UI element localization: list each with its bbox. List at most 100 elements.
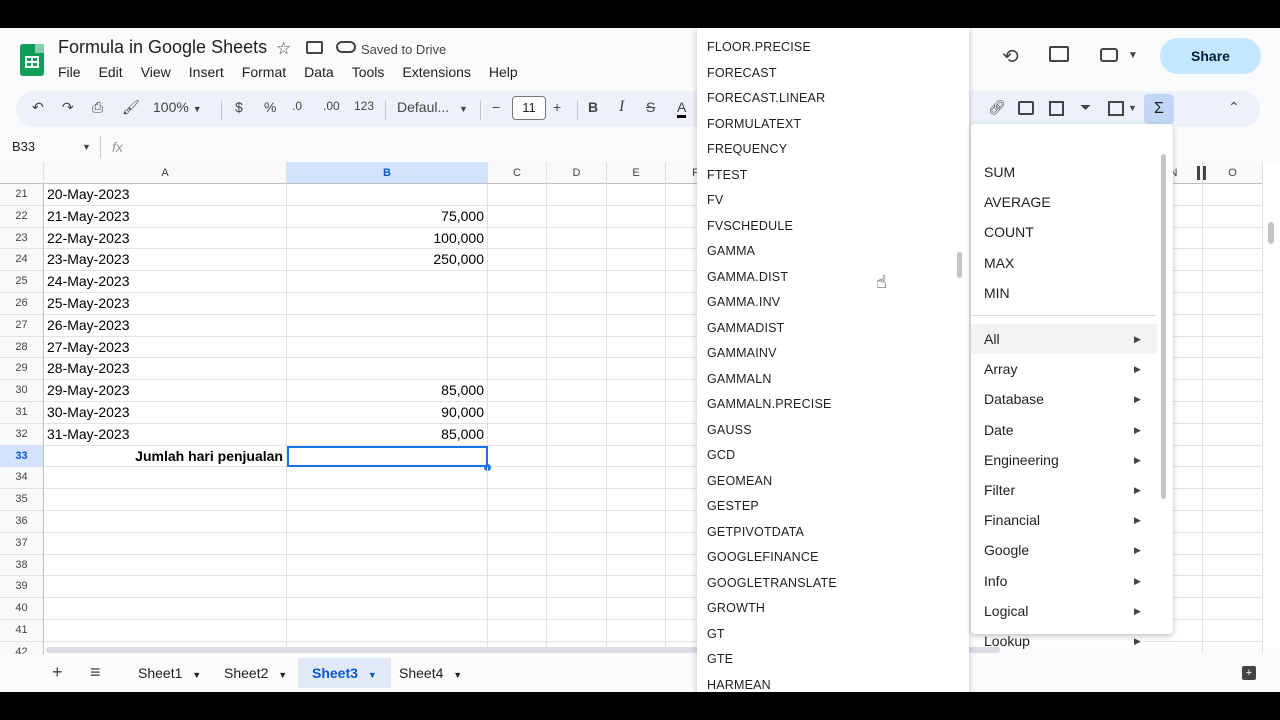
cell-a[interactable] [44, 576, 287, 599]
quick-function-item[interactable]: MAX [984, 255, 1014, 271]
cell[interactable] [1203, 314, 1263, 337]
cell[interactable] [607, 467, 666, 490]
row-header[interactable]: 24 [0, 249, 44, 272]
cell[interactable] [488, 511, 547, 533]
cell[interactable] [488, 445, 547, 468]
column-header-b[interactable]: B [287, 162, 488, 184]
cell-a[interactable]: Jumlah hari penjualan [44, 445, 287, 468]
sheet-tab-dropdown-icon[interactable]: ▼ [278, 670, 287, 680]
quick-function-item[interactable]: COUNT [984, 224, 1034, 240]
cell[interactable] [1203, 227, 1263, 250]
filter-views-icon[interactable] [1108, 101, 1124, 116]
cell-a[interactable]: 28-May-2023 [44, 358, 287, 381]
column-header-a[interactable]: A [44, 162, 287, 184]
quick-function-item[interactable]: AVERAGE [984, 194, 1051, 210]
cell[interactable] [607, 423, 666, 446]
cell-a[interactable]: 24-May-2023 [44, 271, 287, 293]
column-header-e[interactable]: E [607, 162, 666, 184]
function-item[interactable]: GAMMALN.PRECISE [707, 397, 832, 411]
row-header[interactable]: 34 [0, 467, 44, 490]
cell[interactable] [607, 620, 666, 642]
cell[interactable] [547, 532, 607, 555]
cell[interactable] [547, 205, 607, 228]
cell[interactable] [488, 293, 547, 315]
function-item[interactable]: GAMMALN [707, 372, 772, 386]
function-category-item[interactable]: Filter [984, 482, 1015, 498]
cell[interactable] [488, 184, 547, 206]
cell-b[interactable]: 90,000 [287, 402, 488, 424]
function-category-item[interactable]: Database [984, 391, 1044, 407]
cell[interactable] [488, 598, 547, 620]
cell-a[interactable] [44, 532, 287, 555]
cell[interactable] [488, 489, 547, 511]
cell[interactable] [1203, 402, 1263, 424]
function-category-item[interactable]: Info [984, 573, 1007, 589]
cell[interactable] [607, 576, 666, 599]
cell[interactable] [488, 467, 547, 490]
cell[interactable] [488, 576, 547, 599]
row-header[interactable]: 27 [0, 314, 44, 337]
cell-b[interactable] [287, 620, 488, 642]
cell[interactable] [547, 423, 607, 446]
row-header[interactable]: 38 [0, 554, 44, 577]
cell[interactable] [607, 205, 666, 228]
column-header-c[interactable]: C [488, 162, 547, 184]
function-item[interactable]: GCD [707, 448, 735, 462]
row-header[interactable]: 25 [0, 271, 44, 293]
menu-data[interactable]: Data [295, 62, 343, 82]
cell[interactable] [488, 402, 547, 424]
cell[interactable] [488, 205, 547, 228]
cell[interactable] [607, 532, 666, 555]
cell[interactable] [1203, 445, 1263, 468]
cell[interactable] [607, 511, 666, 533]
function-item[interactable]: GAMMA.DIST [707, 270, 788, 284]
move-folder-icon[interactable] [306, 41, 323, 54]
menu-format[interactable]: Format [233, 62, 295, 82]
cell[interactable] [547, 336, 607, 359]
column-resize-handle[interactable] [1197, 166, 1200, 180]
menu-extensions[interactable]: Extensions [393, 62, 479, 82]
sheets-logo-icon[interactable] [20, 44, 44, 76]
function-item[interactable]: GESTEP [707, 499, 759, 513]
function-item[interactable]: GAMMADIST [707, 321, 785, 335]
meet-icon[interactable] [1100, 48, 1118, 62]
cell[interactable] [488, 380, 547, 402]
number-format-button[interactable]: 123 [354, 99, 374, 113]
italic-button[interactable]: I [619, 98, 624, 116]
cell-a[interactable] [44, 554, 287, 577]
cell-b[interactable]: 75,000 [287, 205, 488, 228]
cell[interactable] [1203, 467, 1263, 490]
cell[interactable] [488, 620, 547, 642]
increase-font-size-icon[interactable]: + [553, 99, 561, 115]
cell[interactable] [488, 532, 547, 555]
function-category-item[interactable]: Date [984, 422, 1014, 438]
cell-b[interactable] [287, 489, 488, 511]
print-icon[interactable]: ⎙ [92, 99, 103, 116]
version-history-icon[interactable]: ⟲ [1002, 44, 1019, 69]
cell-b[interactable] [287, 314, 488, 337]
function-item[interactable]: GOOGLEFINANCE [707, 550, 819, 564]
menu-insert[interactable]: Insert [180, 62, 233, 82]
cell[interactable] [1203, 511, 1263, 533]
cell[interactable] [607, 227, 666, 250]
function-item[interactable]: HARMEAN [707, 678, 771, 692]
cell[interactable] [1203, 620, 1263, 642]
cell[interactable] [1203, 271, 1263, 293]
function-category-item[interactable]: Logical [984, 603, 1028, 619]
cell[interactable] [1203, 205, 1263, 228]
cell[interactable] [607, 445, 666, 468]
cell[interactable] [607, 184, 666, 206]
cell[interactable] [547, 227, 607, 250]
cell[interactable] [1203, 380, 1263, 402]
document-title[interactable]: Formula in Google Sheets [58, 37, 267, 58]
filter-views-dropdown-icon[interactable]: ▼ [1128, 103, 1137, 113]
cell-a[interactable]: 29-May-2023 [44, 380, 287, 402]
name-box-dropdown-icon[interactable]: ▼ [82, 142, 91, 152]
row-header[interactable]: 23 [0, 227, 44, 250]
cell-b[interactable]: 85,000 [287, 380, 488, 402]
star-icon[interactable]: ☆ [276, 39, 291, 59]
paint-format-icon[interactable]: 🖌 [122, 99, 140, 116]
cell[interactable] [1203, 576, 1263, 599]
cell[interactable] [547, 293, 607, 315]
menu-edit[interactable]: Edit [90, 62, 132, 82]
